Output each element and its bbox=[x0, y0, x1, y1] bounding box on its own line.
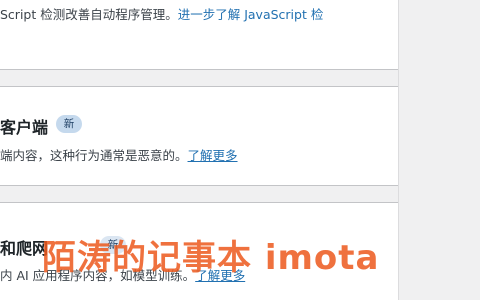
right-rail bbox=[398, 0, 480, 300]
javascript-detection-text: Script 检测改善自动程序管理。 bbox=[0, 7, 178, 22]
crawler-title: 和爬网 bbox=[0, 239, 49, 258]
client-learn-more-link[interactable]: 了解更多 bbox=[188, 148, 238, 163]
javascript-detection-card: Script 检测改善自动程序管理。进一步了解 JavaScript 检 bbox=[0, 0, 398, 70]
client-title: 客户端 bbox=[0, 118, 49, 137]
javascript-detection-description: Script 检测改善自动程序管理。进一步了解 JavaScript 检 bbox=[0, 4, 323, 23]
settings-page: Script 检测改善自动程序管理。进一步了解 JavaScript 检 客户端… bbox=[0, 0, 480, 300]
javascript-learn-more-link[interactable]: 进一步了解 JavaScript 检 bbox=[178, 7, 324, 22]
client-description: 端内容，这种行为通常是恶意的。了解更多 bbox=[0, 145, 238, 164]
watermark: 陌涛的记事本 imota bbox=[42, 238, 380, 278]
new-badge: 新 bbox=[56, 115, 82, 133]
client-card: 客户端 新 端内容，这种行为通常是恶意的。了解更多 bbox=[0, 86, 398, 186]
client-description-text: 端内容，这种行为通常是恶意的。 bbox=[0, 148, 188, 163]
